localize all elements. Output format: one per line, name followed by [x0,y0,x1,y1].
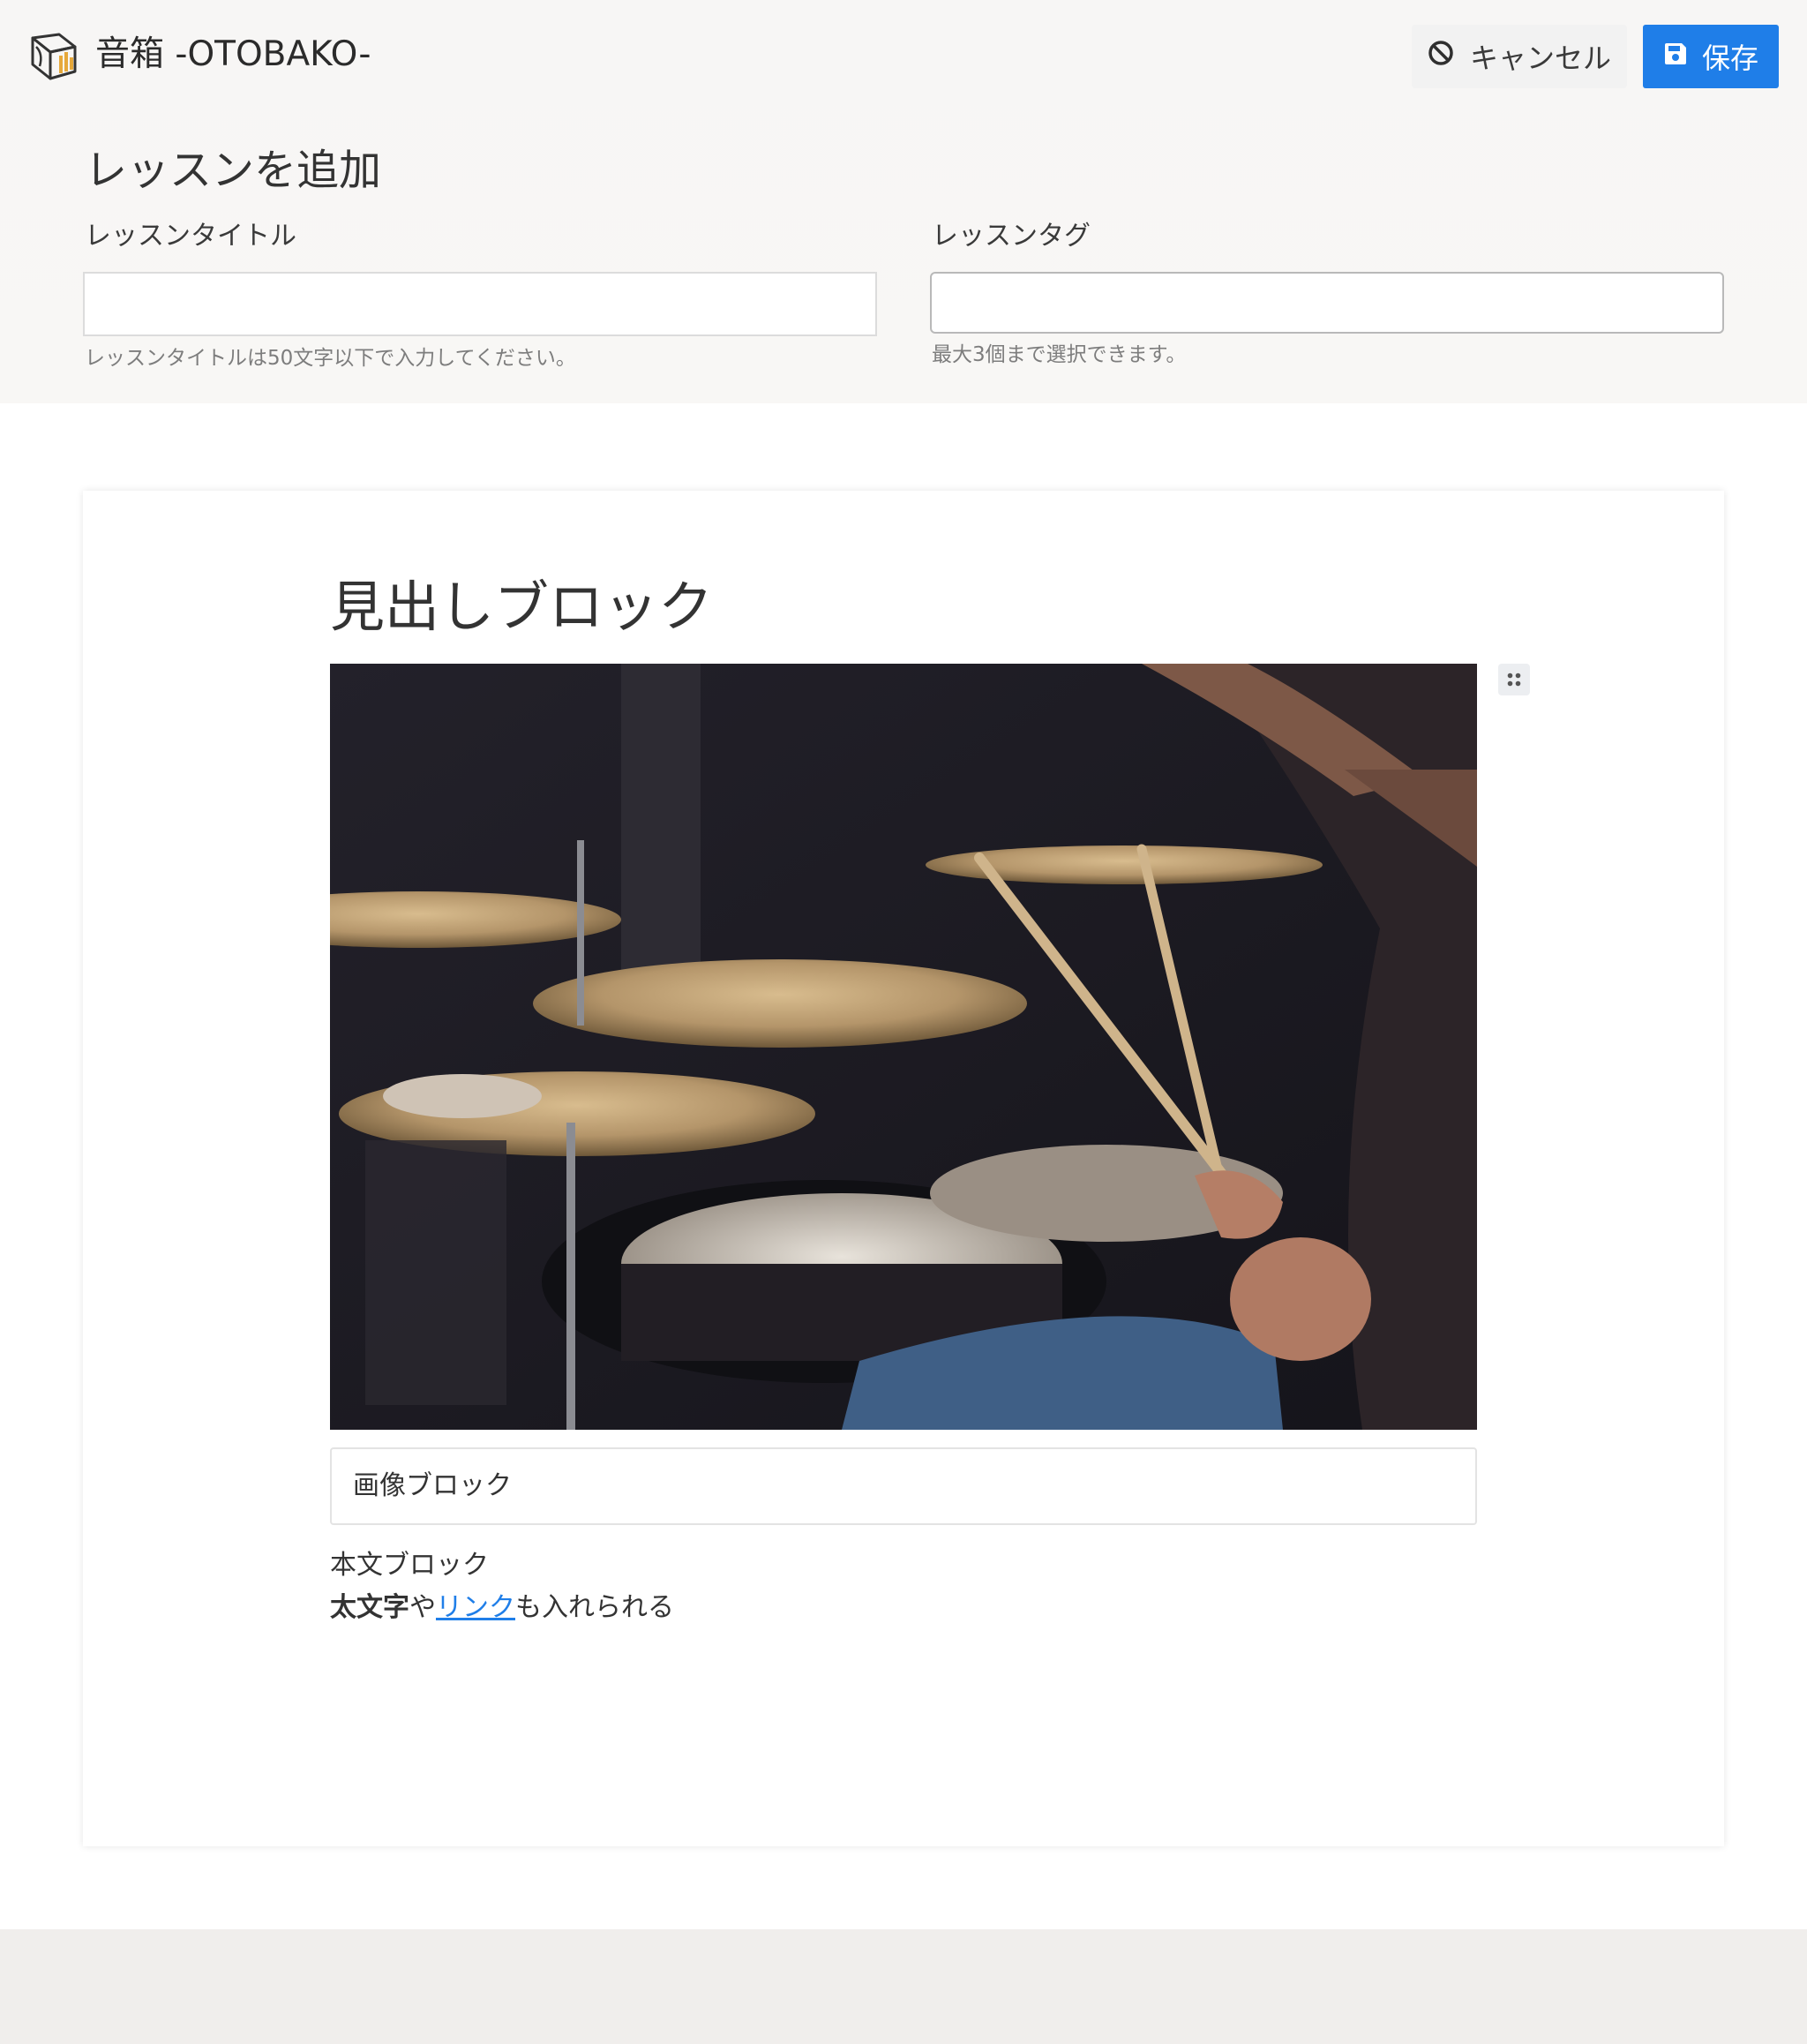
paragraph-line-1: 本文ブロック [330,1550,489,1581]
otobako-box-logo-icon[interactable] [27,29,80,82]
paragraph-tail: も入れられる [515,1592,674,1623]
drag-handle-icon[interactable] [1498,664,1530,695]
paragraph-text: や [409,1592,436,1623]
cancel-button-label: キャンセル [1469,41,1611,75]
floppy-disk-icon [1663,40,1688,73]
app-header: 音箱 -OTOBAKO- キャンセル 保存 [0,0,1807,110]
page-footer [0,1929,1807,2044]
lesson-tags-label: レッスンタグ [932,221,1091,252]
bold-text: 太文字 [330,1592,409,1623]
paragraph-block[interactable]: 本文ブロック 太文字やリンクも入れられる [330,1544,674,1629]
ban-icon [1428,40,1454,73]
lesson-title-label: レッスンタイトル [85,221,296,252]
save-button-label: 保存 [1701,41,1758,75]
drum-photo-image[interactable] [330,664,1477,1430]
image-caption-input[interactable]: 画像ブロック [330,1447,1477,1525]
heading-block[interactable]: 見出しブロック [330,572,713,643]
page-title: レッスンを追加 [85,146,382,195]
lesson-title-help: レッスンタイトルは50文字以下で入力してください。 [85,347,576,370]
lesson-tags-select[interactable] [930,272,1724,334]
save-button[interactable]: 保存 [1643,25,1779,88]
paragraph-line-2: 太文字やリンクも入れられる [330,1587,674,1629]
cancel-button[interactable]: キャンセル [1412,25,1627,88]
app-title: 音箱 -OTOBAKO- [95,34,371,74]
lesson-tags-help: 最大3個まで選択できます。 [932,343,1187,366]
paragraph-link[interactable]: リンク [436,1592,515,1623]
lesson-title-input[interactable] [83,272,877,336]
